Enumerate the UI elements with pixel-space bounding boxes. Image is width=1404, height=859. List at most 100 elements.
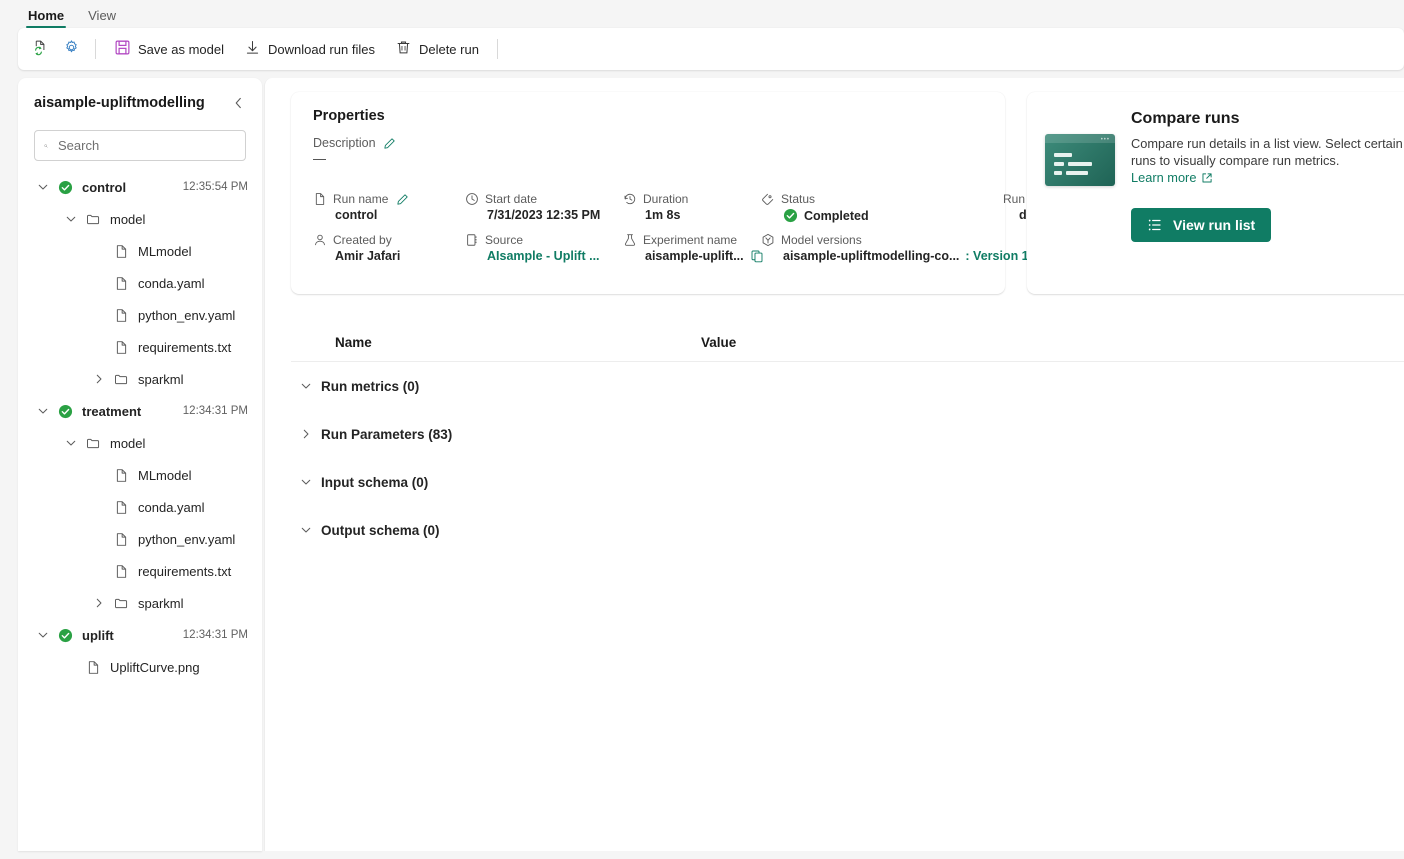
table-body: Run metrics (0) Run Parameters (83) Input … — [291, 362, 1404, 554]
file-icon-wrap — [110, 532, 132, 547]
chevron-down-icon — [301, 479, 311, 485]
tab-home[interactable]: Home — [18, 6, 74, 28]
tree-item-python-env-yaml[interactable]: python_env.yaml — [18, 299, 262, 331]
property-value-text: control — [335, 208, 378, 222]
property-value: control — [335, 208, 465, 222]
file-icon-wrap — [110, 276, 132, 291]
settings-button[interactable] — [57, 34, 86, 64]
folder-icon-wrap — [82, 212, 104, 227]
tree-item-timestamp: 12:35:54 PM — [182, 181, 248, 193]
file-icon-wrap — [110, 308, 132, 323]
tree-item-python-env-yaml[interactable]: python_env.yaml — [18, 523, 262, 555]
tree-item-label: model — [110, 435, 146, 451]
property-created-by: Created by Amir Jafari — [313, 233, 465, 263]
property-value[interactable]: AIsample - Uplift ... — [487, 249, 623, 263]
file-icon — [116, 564, 126, 578]
properties-grid: Run name control Start date 7/31/2023 12:35… — [313, 192, 1098, 263]
property-label: Model versions — [781, 233, 862, 247]
chevron-right-icon — [96, 598, 102, 608]
folder-icon-wrap — [82, 436, 104, 451]
model-version-link[interactable]: : Version 1 — [965, 249, 1028, 263]
chevron-right-icon — [303, 429, 309, 439]
tree-item-uplift[interactable]: uplift 12:34:31 PM — [18, 619, 262, 651]
ribbon-tab-bar: Home View — [0, 0, 1404, 28]
property-run-name: Run name control — [313, 192, 465, 223]
file-icon — [116, 276, 126, 290]
chevron-down-icon — [38, 184, 48, 190]
tree-item-sparkml[interactable]: sparkml — [18, 587, 262, 619]
chevron-right-icon — [96, 374, 102, 384]
tree-item-model[interactable]: model — [18, 427, 262, 459]
folder-icon-wrap — [110, 596, 132, 611]
property-label-row: Status — [761, 192, 997, 206]
tree-item-sparkml[interactable]: sparkml — [18, 363, 262, 395]
tree-item-label: requirements.txt — [138, 339, 232, 355]
row-expand-toggle[interactable] — [291, 428, 321, 440]
chevron-down-icon — [38, 632, 48, 638]
tree-expand-toggle[interactable] — [32, 181, 54, 193]
folder-icon — [114, 598, 127, 608]
tree-item-mlmodel[interactable]: MLmodel — [18, 459, 262, 491]
edit-description-button[interactable] — [383, 137, 396, 150]
file-icon — [116, 340, 126, 354]
sidebar-search-box[interactable] — [34, 130, 246, 161]
property-label: Experiment name — [643, 233, 738, 247]
learn-more-link[interactable]: Learn more — [1131, 169, 1213, 186]
tree-item-model[interactable]: model — [18, 203, 262, 235]
view-run-list-button[interactable]: View run list — [1131, 208, 1272, 242]
row-expand-toggle[interactable] — [291, 476, 321, 488]
tree-item-treatment[interactable]: treatment 12:34:31 PM — [18, 395, 262, 427]
save-as-model-button[interactable]: Save as model — [105, 34, 233, 64]
property-label-row: Run name — [313, 192, 465, 206]
tree-item-control[interactable]: control 12:35:54 PM — [18, 171, 262, 203]
properties-title: Properties — [313, 108, 385, 124]
tree-expand-toggle[interactable] — [32, 629, 54, 641]
learn-more-label: Learn more — [1131, 170, 1197, 185]
success-check-icon — [58, 404, 72, 418]
search-input[interactable] — [56, 137, 236, 154]
row-expand-toggle[interactable] — [291, 524, 321, 536]
model-version-icon — [762, 233, 774, 247]
property-label-row: Model versions — [761, 233, 997, 247]
sidebar-collapse-button[interactable] — [229, 94, 248, 112]
property-label: Start date — [485, 192, 538, 206]
list-icon — [1148, 219, 1161, 231]
tree-item-label: sparkml — [138, 595, 184, 611]
table-row[interactable]: Output schema (0) — [291, 506, 1404, 554]
tree-item-conda-yaml[interactable]: conda.yaml — [18, 267, 262, 299]
tree-expand-toggle[interactable] — [60, 213, 82, 225]
refresh-button[interactable] — [26, 34, 55, 64]
tab-view[interactable]: View — [78, 6, 126, 28]
file-icon — [315, 193, 325, 205]
tree-item-upliftcurve-png[interactable]: UpliftCurve.png — [18, 651, 262, 683]
tree-expand-toggle[interactable] — [60, 437, 82, 449]
notebook-icon — [467, 234, 477, 246]
edit-run-name-button[interactable] — [396, 193, 409, 206]
row-expand-toggle[interactable] — [291, 380, 321, 392]
table-row[interactable]: Run Parameters (83) — [291, 410, 1404, 458]
view-run-list-label: View run list — [1173, 217, 1256, 233]
toolbar-divider-2 — [496, 39, 498, 59]
file-icon — [116, 532, 126, 546]
table-row[interactable]: Input schema (0) — [291, 458, 1404, 506]
tree-item-timestamp: 12:34:31 PM — [182, 405, 248, 417]
tree-expand-toggle[interactable] — [88, 373, 110, 385]
tree-expand-toggle[interactable] — [32, 405, 54, 417]
file-icon-wrap — [110, 564, 132, 579]
tree-expand-toggle[interactable] — [88, 597, 110, 609]
file-icon — [116, 500, 126, 514]
run-artifact-tree: control 12:35:54 PM model MLmodel conda.yaml… — [18, 171, 262, 683]
search-icon — [44, 143, 48, 148]
download-run-files-label: Download run files — [268, 41, 375, 57]
chevron-down-icon — [301, 527, 311, 533]
tree-item-requirements-txt[interactable]: requirements.txt — [18, 555, 262, 587]
save-icon — [114, 39, 131, 59]
tree-item-conda-yaml[interactable]: conda.yaml — [18, 491, 262, 523]
property-label-row: Experiment name — [623, 233, 761, 247]
refresh-icon — [32, 39, 49, 59]
delete-run-button[interactable]: Delete run — [386, 34, 488, 64]
table-row[interactable]: Run metrics (0) — [291, 362, 1404, 410]
download-run-files-button[interactable]: Download run files — [235, 34, 384, 64]
tree-item-requirements-txt[interactable]: requirements.txt — [18, 331, 262, 363]
tree-item-mlmodel[interactable]: MLmodel — [18, 235, 262, 267]
